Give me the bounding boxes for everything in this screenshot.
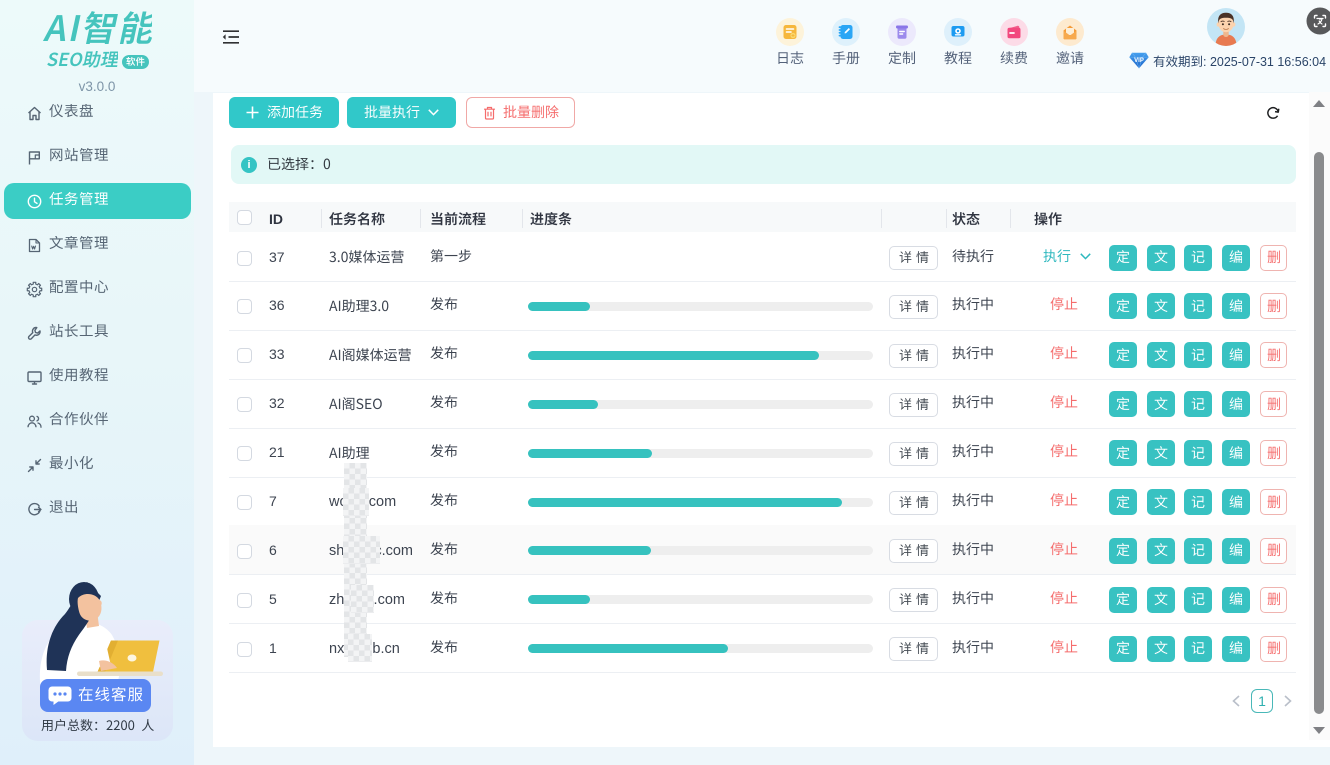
svg-text:VIP: VIP [1134, 58, 1144, 64]
